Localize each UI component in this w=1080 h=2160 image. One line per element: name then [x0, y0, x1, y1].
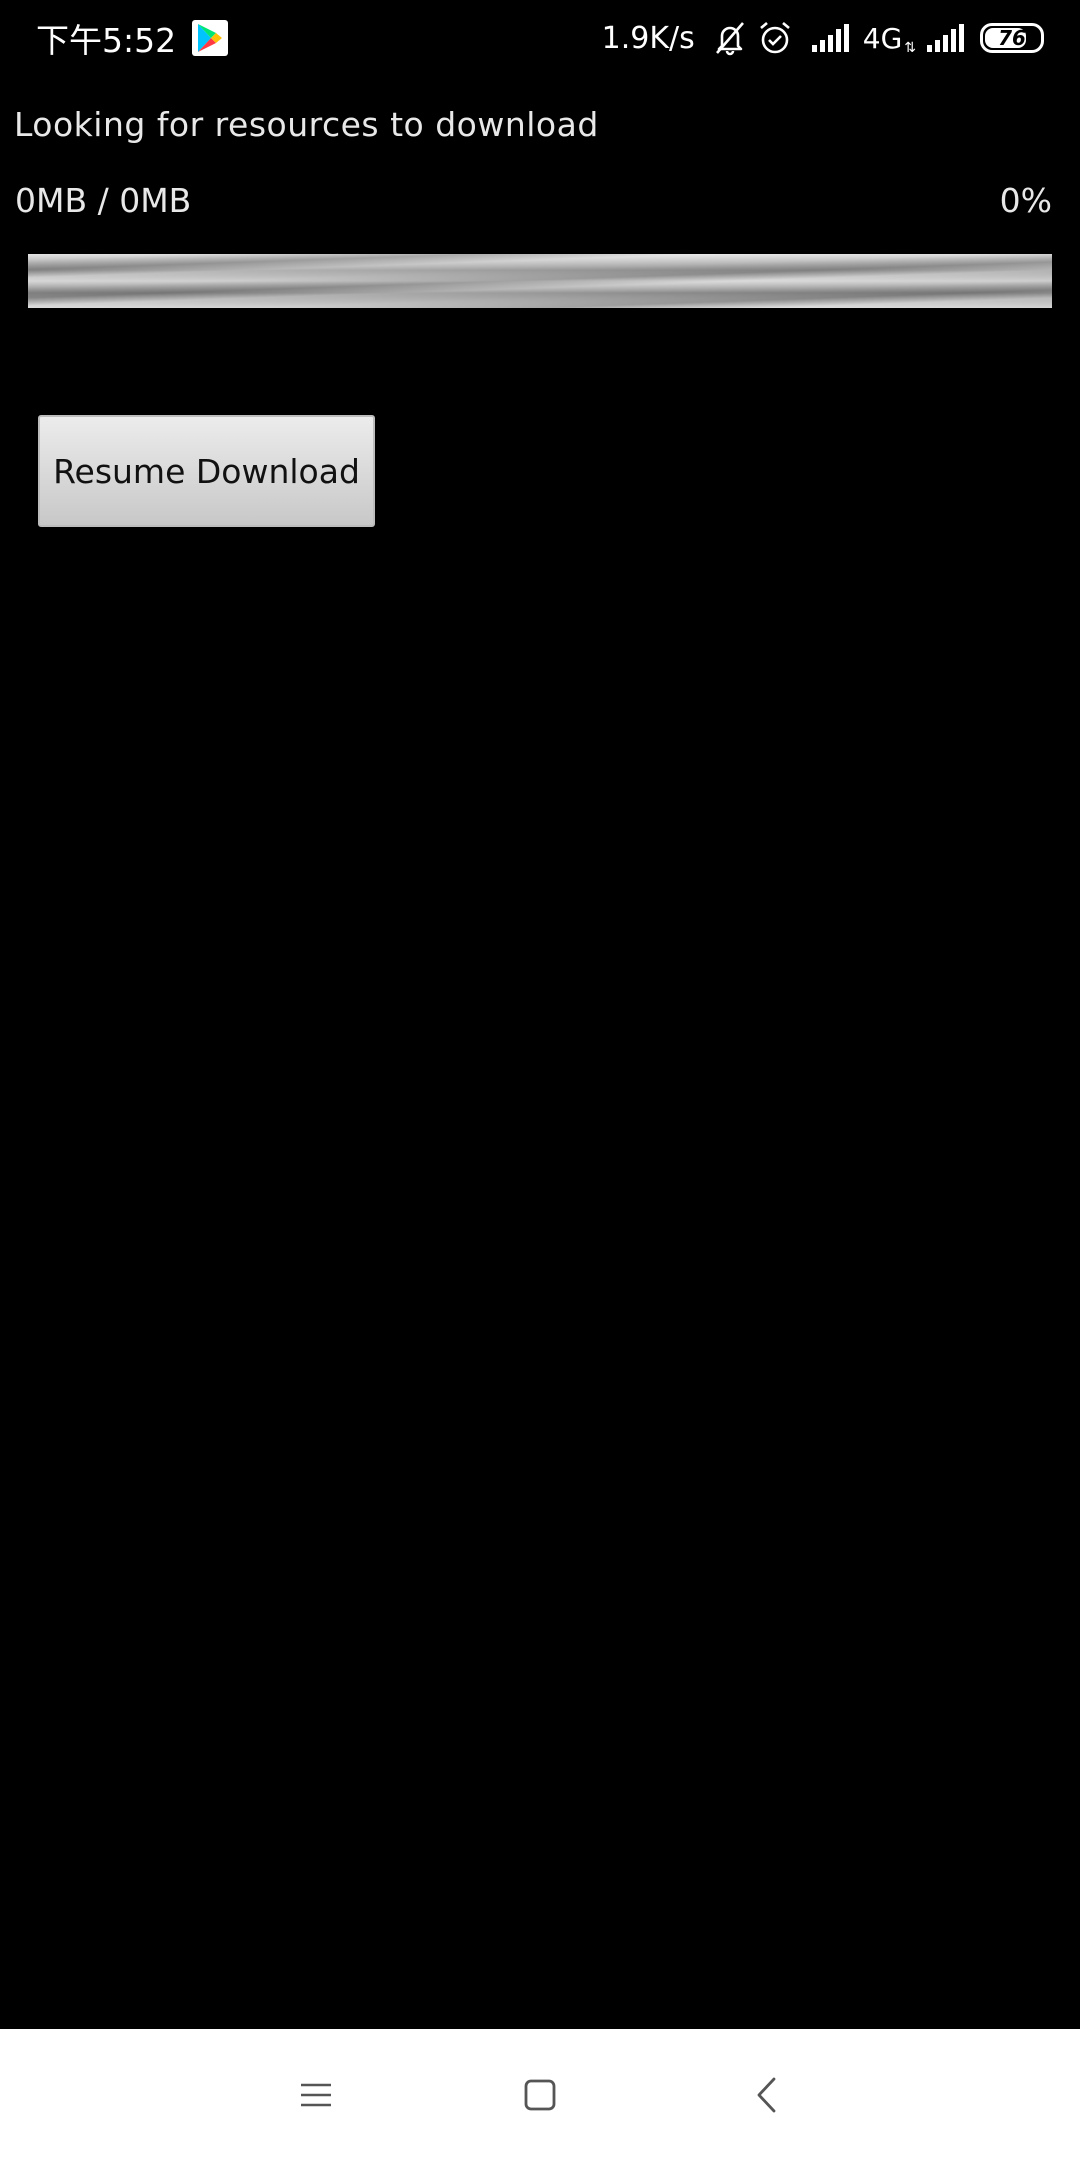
back-icon [757, 2077, 776, 2112]
status-bar: 下午5:52 1.9K/s 4G ⇅ 76 [0, 0, 1080, 76]
status-left: 下午5:52 [36, 14, 229, 62]
download-size-readout: 0MB / 0MB [15, 181, 192, 220]
download-progress-bar [28, 254, 1052, 308]
status-time: 下午5:52 [36, 21, 177, 60]
screen: 下午5:52 1.9K/s 4G ⇅ 76 Looking for resour… [0, 0, 1080, 2160]
resume-download-button[interactable]: Resume Download [38, 415, 375, 527]
menu-icon [301, 2083, 331, 2106]
network-type-label: 4G [862, 21, 903, 55]
download-percent: 0% [999, 181, 1052, 220]
home-icon [524, 2079, 556, 2110]
bell-off-icon [713, 20, 747, 56]
signal-icon [926, 23, 966, 53]
back-button[interactable] [706, 2029, 826, 2160]
menu-button[interactable] [256, 2029, 376, 2160]
alarm-icon [757, 20, 793, 56]
network-type: 4G ⇅ [863, 22, 916, 55]
network-speed: 1.9K/s [601, 20, 695, 56]
data-arrows-icon: ⇅ [904, 39, 916, 56]
signal-icon [811, 23, 851, 53]
status-right: 1.9K/s 4G ⇅ 76 [602, 14, 1044, 62]
battery-level: 76 [998, 26, 1026, 50]
download-status-message: Looking for resources to download [14, 105, 599, 144]
play-store-icon [192, 20, 229, 56]
navigation-bar [0, 2029, 1080, 2160]
battery-icon: 76 [980, 23, 1044, 53]
home-button[interactable] [480, 2029, 600, 2160]
